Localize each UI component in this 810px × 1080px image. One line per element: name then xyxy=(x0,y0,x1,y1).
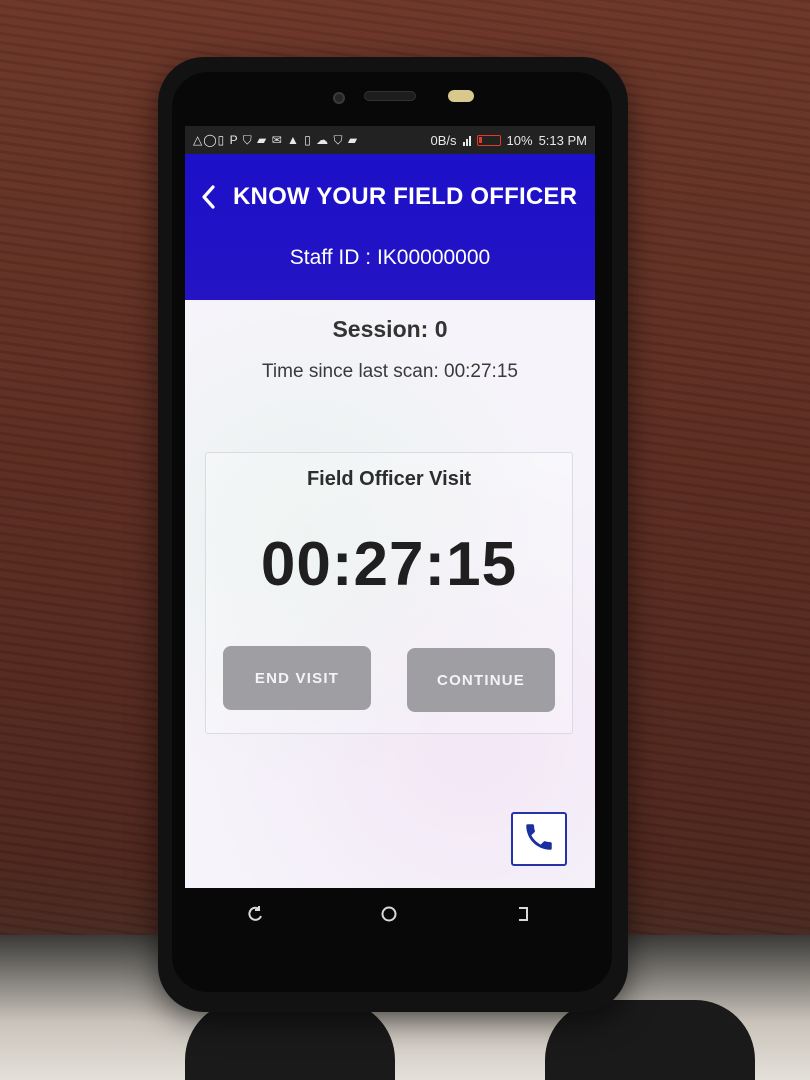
battery-icon xyxy=(476,134,501,146)
clock: 5:13 PM xyxy=(538,132,587,148)
phone-icon xyxy=(522,820,556,859)
app-bar: KNOW YOUR FIELD OFFICER Staff ID : IK000… xyxy=(185,154,595,300)
staff-id-label: Staff ID : xyxy=(289,246,372,269)
home-icon[interactable] xyxy=(369,894,409,934)
end-visit-button[interactable]: END VISIT xyxy=(223,646,371,710)
staff-id-value: IK00000000 xyxy=(376,246,491,269)
page-title: KNOW YOUR FIELD OFFICER xyxy=(233,183,578,210)
staff-id-row: Staff ID : IK00000000 xyxy=(185,246,595,270)
title-row: KNOW YOUR FIELD OFFICER xyxy=(185,182,595,212)
data-rate: 0B/s xyxy=(430,132,457,148)
battery-percent: 10% xyxy=(506,132,533,148)
visit-timer: 00:27:15 xyxy=(260,530,518,599)
back-icon[interactable] xyxy=(235,894,275,934)
call-button[interactable] xyxy=(511,812,567,866)
time-since-last-scan: Time since last scan: 00:27:15 xyxy=(262,361,518,382)
front-camera xyxy=(333,92,345,104)
earpiece xyxy=(364,91,416,101)
notification-icons: △◯▯ P ⛉ ▰ ✉ ▲ ▯ ☁ ⛉ ▰ xyxy=(193,132,359,147)
signal-icon xyxy=(462,134,471,146)
system-nav-bar xyxy=(188,888,590,940)
front-flash xyxy=(448,90,474,102)
session-count: Session: 0 xyxy=(332,316,448,342)
field-officer-visit-card: Field Officer Visit 00:27:15 END VISIT C… xyxy=(205,452,573,734)
button-row: END VISIT CONTINUE xyxy=(223,646,555,712)
continue-button[interactable]: CONTINUE xyxy=(407,648,555,712)
card-title: Field Officer Visit xyxy=(306,468,472,490)
status-right: 0B/s 10% 5:13 PM xyxy=(431,133,587,148)
phone-screen: △◯▯ P ⛉ ▰ ✉ ▲ ▯ ☁ ⛉ ▰ 0B/s 10% 5:13 PM K… xyxy=(185,126,595,888)
shoe xyxy=(185,1000,395,1080)
shoe xyxy=(545,1000,755,1080)
main-content: Session: 0 Time since last scan: 00:27:1… xyxy=(185,300,595,888)
chevron-left-icon[interactable] xyxy=(197,182,219,212)
recent-apps-icon[interactable] xyxy=(503,894,543,934)
status-bar: △◯▯ P ⛉ ▰ ✉ ▲ ▯ ☁ ⛉ ▰ 0B/s 10% 5:13 PM xyxy=(185,126,595,154)
